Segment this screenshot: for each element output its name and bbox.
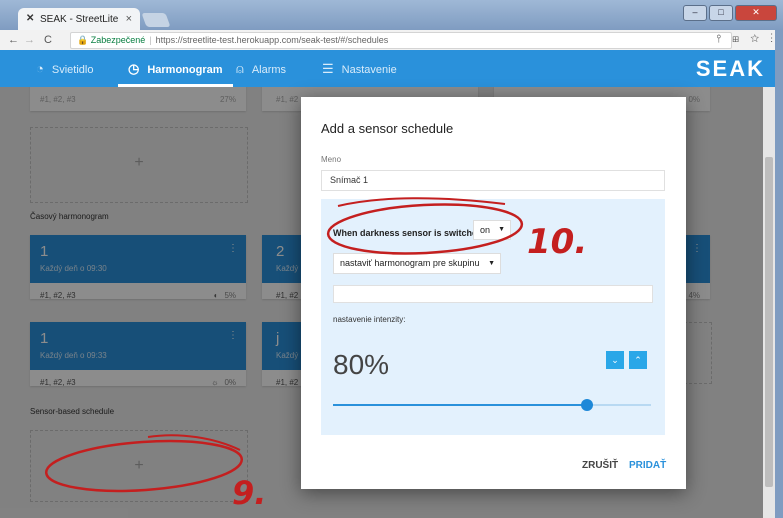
annotation-label-9: 9. — [232, 474, 267, 512]
annotation-ellipse-9 — [44, 439, 244, 493]
annotation-layer — [44, 197, 524, 493]
annotation-ellipse-10 — [326, 203, 524, 255]
annotation-label-10: 10. — [527, 222, 588, 262]
